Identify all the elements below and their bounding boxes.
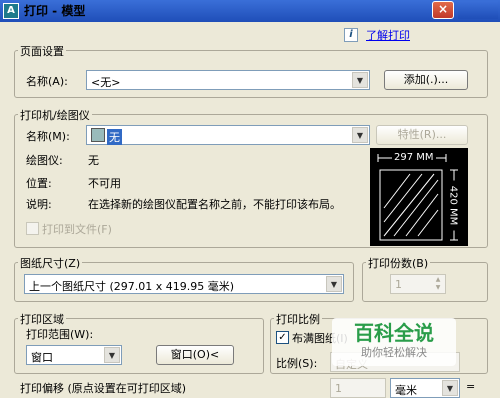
fit-to-paper-checkbox[interactable]: ✓ — [276, 331, 289, 344]
printer-group-title: 打印机/绘图仪 — [18, 107, 92, 123]
plot-range-value: 窗口 — [31, 351, 53, 364]
plot-range-select[interactable]: 窗口 ▼ — [26, 345, 122, 365]
printer-name-select[interactable]: 无 ▼ — [86, 125, 370, 145]
description-value: 在选择新的绘图仪配置名称之前，不能打印该布局。 — [88, 198, 341, 211]
scale-unit-select[interactable]: 毫米 ▼ — [390, 378, 460, 398]
plot-range-label: 打印范围(W): — [26, 328, 94, 341]
watermark-logo: 百科全说 助你轻松解决 — [332, 318, 456, 366]
printer-name-value: 无 — [107, 129, 122, 145]
location-value: 不可用 — [88, 177, 121, 190]
spinner-arrows-icon[interactable]: ▲ ▼ — [432, 276, 444, 292]
watermark-text: 百科全说 — [354, 321, 434, 345]
scale-numerator-value: 1 — [335, 382, 342, 395]
paper-size-value: 上一个图纸尺寸 (297.01 x 419.95 毫米) — [29, 280, 235, 293]
preview-height-label: 420 MM — [447, 180, 459, 231]
learn-printing-link[interactable]: 了解打印 — [366, 27, 410, 43]
app-icon: A — [3, 3, 19, 19]
plot-area-title: 打印区域 — [18, 311, 66, 327]
chevron-down-icon: ▼ — [326, 276, 342, 292]
preview-width-label: 297 MM — [392, 152, 436, 163]
chevron-down-icon: ▼ — [104, 347, 120, 363]
page-setup-title: 页面设置 — [18, 43, 66, 59]
scale-label: 比例(S): — [276, 357, 318, 370]
print-to-file-label: 打印到文件(F) — [42, 223, 112, 236]
copies-value: 1 — [395, 278, 402, 291]
paper-preview: 297 MM 420 MM — [370, 148, 468, 246]
copies-title: 打印份数(B) — [366, 255, 431, 271]
close-button[interactable]: × — [432, 1, 454, 19]
copies-spinner[interactable]: 1 ▲ ▼ — [390, 274, 446, 294]
chevron-down-icon: ▼ — [352, 72, 368, 88]
plot-scale-title: 打印比例 — [274, 311, 322, 327]
watermark-subtext: 助你轻松解决 — [361, 346, 427, 359]
page-setup-name-select[interactable]: <无> ▼ — [86, 70, 370, 90]
printer-icon — [91, 128, 105, 142]
info-icon: i — [344, 28, 358, 42]
printer-properties-button[interactable]: 特性(R)... — [376, 125, 468, 145]
add-page-setup-button[interactable]: 添加(.)... — [384, 70, 468, 90]
printer-name-label: 名称(M): — [26, 130, 70, 143]
location-label: 位置: — [26, 177, 52, 190]
plotter-label: 绘图仪: — [26, 154, 63, 167]
page-setup-name-value: <无> — [91, 76, 121, 89]
window-select-button[interactable]: 窗口(O)< — [156, 345, 234, 365]
page-setup-name-label: 名称(A): — [26, 75, 68, 88]
paper-size-select[interactable]: 上一个图纸尺寸 (297.01 x 419.95 毫米) ▼ — [24, 274, 344, 294]
equals-sign: = — [466, 380, 476, 393]
paper-size-title: 图纸尺寸(Z) — [18, 255, 83, 271]
description-label: 说明: — [26, 198, 52, 211]
scale-unit-value: 毫米 — [395, 384, 417, 397]
scale-numerator-input[interactable]: 1 — [330, 378, 386, 398]
window-title: 打印 - 模型 — [24, 4, 86, 18]
chevron-down-icon: ▼ — [352, 127, 368, 143]
plotter-value: 无 — [88, 154, 99, 167]
print-to-file-checkbox[interactable] — [26, 222, 39, 235]
title-bar-right — [458, 1, 498, 19]
